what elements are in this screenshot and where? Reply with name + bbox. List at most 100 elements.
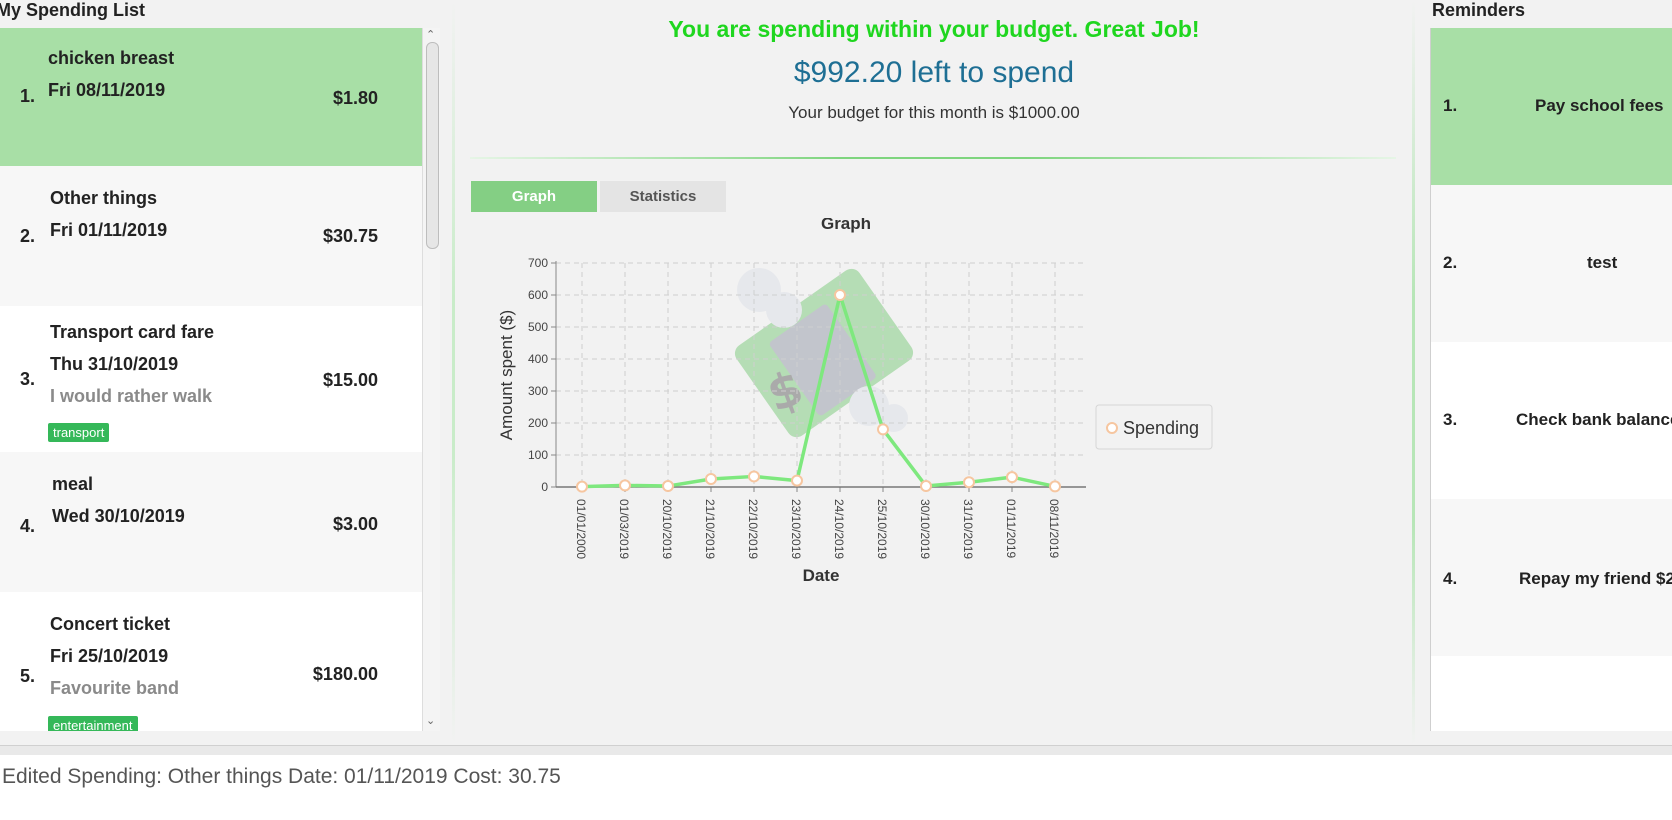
spending-list-panel: My Spending List 1. chicken breast Fri 0… <box>0 0 440 735</box>
item-index: 4. <box>20 516 36 536</box>
y-axis-label: Amount spent ($) <box>497 310 516 440</box>
list-item[interactable]: 5. Concert ticket Fri 25/10/2019 Favouri… <box>0 592 422 731</box>
tag-badge: transport <box>48 423 110 442</box>
y-tick-label: 700 <box>528 256 548 270</box>
monthly-budget-text: Your budget for this month is $1000.00 <box>788 103 1080 122</box>
reminder-index: 2. <box>1443 253 1458 272</box>
result-message: Edited Spending: Other things Date: 01/1… <box>2 765 561 788</box>
x-tick-label: 01/03/2019 <box>617 499 631 559</box>
item-description: chicken breast <box>48 48 175 68</box>
item-amount: $180.00 <box>312 664 378 684</box>
budget-panel: You are spending within your budget. Gre… <box>454 0 1414 745</box>
chart-title: Graph <box>821 218 871 233</box>
reminder-text: Repay my friend $2 <box>1519 569 1672 588</box>
item-date: Wed 30/10/2019 <box>52 506 185 526</box>
x-tick-label: 25/10/2019 <box>875 499 889 559</box>
tag-badge: entertainment <box>48 716 138 731</box>
amount-left-to-spend: $992.20 left to spend <box>793 56 1075 89</box>
reminder-list[interactable]: 1. Pay school fees 2. test 3. Check bank… <box>1430 28 1672 731</box>
y-tick-label: 400 <box>528 352 548 366</box>
item-remark: I would rather walk <box>50 386 213 406</box>
scroll-down-icon[interactable]: ⌄ <box>426 714 435 727</box>
result-display: Edited Spending: Other things Date: 01/1… <box>0 755 1672 820</box>
x-tick-label: 31/10/2019 <box>961 499 975 559</box>
reminder-text: test <box>1587 253 1618 272</box>
x-tick-label: 21/10/2019 <box>703 499 717 559</box>
reminder-text: Check bank balance <box>1516 410 1672 429</box>
x-axis-label: Date <box>803 566 840 585</box>
item-index: 1. <box>20 86 36 106</box>
data-point <box>576 480 588 493</box>
tab-graph[interactable]: Graph <box>471 181 597 212</box>
x-tick-label: 01/01/2000 <box>574 499 588 559</box>
data-point <box>791 474 803 487</box>
scroll-up-icon[interactable]: ⌃ <box>426 28 435 41</box>
reminder-item[interactable] <box>1431 656 1672 731</box>
data-point <box>877 423 889 436</box>
spending-line-chart: Graph $0 100 200 300 400 500 600 700 01/01/2000 01… <box>497 218 1213 585</box>
item-index: 3. <box>20 369 36 389</box>
y-tick-label: 0 <box>541 480 548 494</box>
item-index: 2. <box>20 226 36 246</box>
item-amount: $3.00 <box>332 514 378 534</box>
y-tick-label: 100 <box>528 448 548 462</box>
reminder-item[interactable]: 1. Pay school fees <box>1431 28 1672 185</box>
data-point <box>705 473 717 485</box>
item-date: Fri 01/11/2019 <box>50 220 168 240</box>
x-tick-label: 01/11/2019 <box>1004 499 1018 558</box>
item-description: meal <box>52 474 94 494</box>
x-tick-label: 23/10/2019 <box>789 499 803 559</box>
list-item[interactable]: 1. chicken breast Fri 08/11/2019 $1.80 <box>0 28 422 166</box>
data-point <box>963 476 975 489</box>
item-amount: $1.80 <box>332 88 378 108</box>
list-item[interactable]: 2. Other things Fri 01/11/2019 $30.75 <box>0 166 422 306</box>
reminder-text: Pay school fees <box>1535 96 1664 115</box>
x-tick-label: 30/10/2019 <box>918 499 932 559</box>
budget-status-message: You are spending within your budget. Gre… <box>668 16 1200 42</box>
data-point <box>748 470 760 483</box>
y-tick-label: 600 <box>528 288 548 302</box>
item-description: Concert ticket <box>50 614 171 634</box>
reminders-title: Reminders <box>1432 0 1526 20</box>
x-tick-label: 24/10/2019 <box>832 499 846 559</box>
spending-list[interactable]: 1. chicken breast Fri 08/11/2019 $1.80 2… <box>0 28 422 731</box>
item-amount: $30.75 <box>322 226 378 246</box>
spending-list-title: My Spending List <box>0 0 146 20</box>
legend-marker <box>1106 422 1118 434</box>
y-tick-label: 300 <box>528 384 548 398</box>
money-watermark-icon: $ <box>734 268 914 438</box>
item-date: Fri 08/11/2019 <box>48 80 166 100</box>
reminder-index: 3. <box>1443 410 1458 429</box>
y-tick-label: 500 <box>528 320 548 334</box>
data-point <box>834 289 846 301</box>
data-point <box>619 479 631 492</box>
x-tick-label: 20/10/2019 <box>660 499 674 559</box>
reminder-index: 1. <box>1443 96 1458 115</box>
data-point <box>1006 471 1018 484</box>
reminder-item[interactable]: 3. Check bank balance <box>1431 342 1672 499</box>
legend-label: Spending <box>1123 418 1199 438</box>
item-date: Fri 25/10/2019 <box>50 646 169 666</box>
x-tick-label: 22/10/2019 <box>746 499 760 559</box>
data-point <box>920 480 932 493</box>
divider <box>470 157 1396 159</box>
data-point <box>662 480 674 493</box>
reminder-item[interactable]: 2. test <box>1431 185 1672 342</box>
list-item[interactable]: 3. Transport card fare Thu 31/10/2019 I … <box>0 306 422 452</box>
spending-list-scrollbar[interactable]: ⌃ ⌄ <box>422 28 440 731</box>
item-description: Other things <box>50 188 157 208</box>
reminders-panel: Reminders 1. Pay school fees 2. test 3. … <box>1428 0 1672 735</box>
data-point <box>1049 480 1061 493</box>
y-tick-label: 200 <box>528 416 548 430</box>
x-tick-label: 08/11/2019 <box>1047 499 1061 558</box>
reminder-index: 4. <box>1443 569 1458 588</box>
tab-statistics[interactable]: Statistics <box>600 181 726 212</box>
scrollbar-thumb[interactable] <box>426 42 439 249</box>
item-description: Transport card fare <box>50 322 215 342</box>
item-date: Thu 31/10/2019 <box>50 354 179 374</box>
list-item[interactable]: 4. meal Wed 30/10/2019 $3.00 <box>0 452 422 592</box>
reminder-item[interactable]: 4. Repay my friend $2 <box>1431 499 1672 656</box>
item-index: 5. <box>20 666 36 686</box>
item-amount: $15.00 <box>322 370 378 390</box>
item-remark: Favourite band <box>50 678 180 698</box>
